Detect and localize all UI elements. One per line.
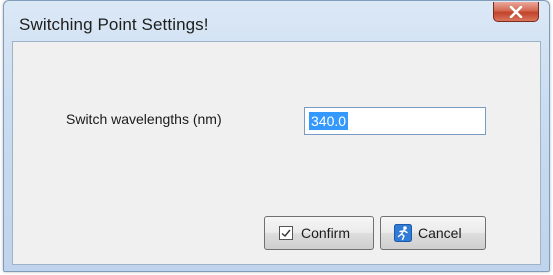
dialog-window: Switching Point Settings! Switch wavelen… — [3, 0, 550, 272]
title-bar[interactable]: Switching Point Settings! — [4, 1, 549, 41]
wavelength-input-value[interactable]: 340.0 — [309, 112, 349, 130]
confirm-button-label: Confirm — [301, 225, 351, 241]
close-icon — [509, 5, 523, 18]
dialog-body: Switch wavelengths (nm) 340.0 Confirm Ca… — [12, 41, 541, 265]
wavelength-label: Switch wavelengths (nm) — [66, 111, 222, 127]
wavelength-input[interactable]: 340.0 — [304, 107, 486, 135]
close-button[interactable] — [493, 2, 539, 22]
dialog-title: Switching Point Settings! — [19, 15, 209, 34]
running-person-icon — [394, 224, 412, 242]
checkbox-check-icon — [277, 224, 295, 242]
confirm-button[interactable]: Confirm — [264, 216, 374, 250]
cancel-button[interactable]: Cancel — [380, 216, 486, 250]
cancel-button-label: Cancel — [418, 225, 462, 241]
